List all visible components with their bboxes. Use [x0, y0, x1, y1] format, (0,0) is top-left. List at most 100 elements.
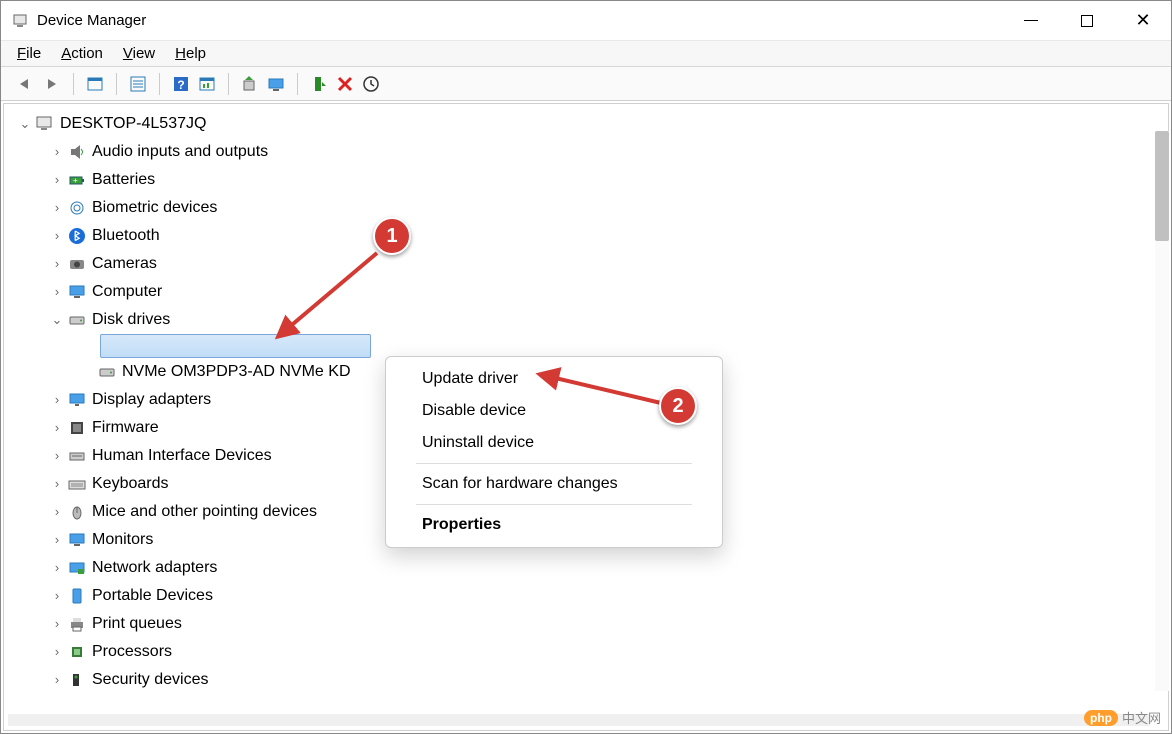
- arrow-1: [277, 249, 397, 339]
- chevron-icon[interactable]: ›: [48, 169, 66, 192]
- tree-item[interactable]: › + Batteries: [4, 166, 1168, 194]
- hid-icon: [66, 446, 88, 466]
- chevron-icon[interactable]: ›: [48, 529, 66, 552]
- chevron-icon[interactable]: ›: [48, 417, 66, 440]
- svg-text:+: +: [73, 176, 78, 185]
- update-monitor-button[interactable]: [263, 71, 289, 97]
- horizontal-scrollbar[interactable]: [8, 714, 1150, 726]
- chevron-down-icon[interactable]: ⌄: [16, 113, 34, 136]
- biometric-icon: [66, 198, 88, 218]
- chevron-icon[interactable]: ⌄: [48, 309, 66, 332]
- scroll-thumb[interactable]: [1155, 131, 1169, 241]
- tree-item-label: Cameras: [92, 250, 157, 278]
- chevron-icon[interactable]: ›: [48, 613, 66, 636]
- menu-file[interactable]: File: [17, 45, 41, 62]
- chevron-icon[interactable]: ›: [48, 641, 66, 664]
- chevron-icon[interactable]: ›: [48, 473, 66, 496]
- context-scan-hardware[interactable]: Scan for hardware changes: [386, 468, 722, 500]
- chevron-icon[interactable]: ›: [48, 557, 66, 580]
- nav-forward-button[interactable]: [39, 71, 65, 97]
- tree-item[interactable]: › Security devices: [4, 666, 1168, 694]
- details-button[interactable]: [125, 71, 151, 97]
- chevron-icon[interactable]: ›: [48, 197, 66, 220]
- printer-icon: [66, 614, 88, 634]
- mouse-icon: [66, 502, 88, 522]
- firmware-icon: [66, 418, 88, 438]
- tree-item-label: Batteries: [92, 166, 155, 194]
- keyboard-icon: [66, 474, 88, 494]
- chevron-icon[interactable]: ›: [48, 389, 66, 412]
- tree-item-label: Mice and other pointing devices: [92, 498, 317, 526]
- tree-item[interactable]: ⌄ Disk drives: [4, 306, 1168, 334]
- toolbar: ?: [1, 67, 1171, 101]
- tree-item-label: Security devices: [92, 666, 209, 694]
- show-hidden-button[interactable]: [82, 71, 108, 97]
- arrow-2: [541, 369, 671, 413]
- tree-item-label: Biometric devices: [92, 194, 217, 222]
- app-icon: [11, 12, 29, 30]
- window-title: Device Manager: [37, 12, 146, 29]
- uninstall-device-button[interactable]: [332, 71, 358, 97]
- properties-button[interactable]: [194, 71, 220, 97]
- tree-item-label: Firmware: [92, 414, 159, 442]
- tree-item-label: Print queues: [92, 610, 182, 638]
- svg-text:?: ?: [177, 78, 184, 92]
- tree-item-label: Processors: [92, 638, 172, 666]
- tree-item[interactable]: › Processors: [4, 638, 1168, 666]
- update-driver-button[interactable]: [237, 71, 263, 97]
- window-controls: ✕: [1003, 2, 1171, 40]
- device-manager-window: Device Manager ✕ File Action View Help ?: [0, 0, 1172, 734]
- tree-item[interactable]: › Network adapters: [4, 554, 1168, 582]
- tree-root[interactable]: ⌄ DESKTOP-4L537JQ: [4, 110, 1168, 138]
- minimize-button[interactable]: [1003, 2, 1059, 40]
- tree-item[interactable]: › Portable Devices: [4, 582, 1168, 610]
- security-icon: [66, 670, 88, 690]
- titlebar[interactable]: Device Manager ✕: [1, 1, 1171, 41]
- tree-item-label: Display adapters: [92, 386, 211, 414]
- tree-item-label: Human Interface Devices: [92, 442, 272, 470]
- monitor-icon: [66, 530, 88, 550]
- close-button[interactable]: ✕: [1115, 2, 1171, 40]
- chevron-icon[interactable]: ›: [48, 501, 66, 524]
- tree-item[interactable]: › Audio inputs and outputs: [4, 138, 1168, 166]
- menubar: File Action View Help: [1, 41, 1171, 67]
- chevron-icon[interactable]: ›: [48, 585, 66, 608]
- audio-icon: [66, 142, 88, 162]
- tree-item-label: NVMe OM3PDP3-AD NVMe KD: [122, 358, 351, 386]
- tree-item[interactable]: › Biometric devices: [4, 194, 1168, 222]
- tree-item-label: Computer: [92, 278, 162, 306]
- bluetooth-icon: [66, 226, 88, 246]
- computer-icon: [34, 114, 56, 134]
- menu-action[interactable]: Action: [61, 45, 103, 62]
- help-button[interactable]: ?: [168, 71, 194, 97]
- tree-item-label: Network adapters: [92, 554, 217, 582]
- menu-separator: [416, 463, 692, 464]
- chevron-icon[interactable]: ›: [48, 669, 66, 692]
- callout-2: 2: [659, 387, 697, 425]
- chevron-icon[interactable]: ›: [48, 253, 66, 276]
- enable-device-button[interactable]: [306, 71, 332, 97]
- tree-item[interactable]: › Bluetooth: [4, 222, 1168, 250]
- context-properties[interactable]: Properties: [386, 509, 722, 541]
- tree-item-label: Portable Devices: [92, 582, 213, 610]
- maximize-button[interactable]: [1059, 2, 1115, 40]
- menu-view[interactable]: View: [123, 45, 155, 62]
- chevron-icon[interactable]: ›: [48, 281, 66, 304]
- watermark-text: 中文网: [1122, 708, 1161, 727]
- chevron-icon[interactable]: ›: [48, 141, 66, 164]
- chevron-icon[interactable]: ›: [48, 225, 66, 248]
- vertical-scrollbar[interactable]: [1155, 131, 1169, 691]
- chevron-icon[interactable]: ›: [48, 445, 66, 468]
- watermark-badge: php: [1084, 710, 1118, 726]
- scan-hardware-button[interactable]: [358, 71, 384, 97]
- context-uninstall-device[interactable]: Uninstall device: [386, 427, 722, 459]
- menu-help[interactable]: Help: [175, 45, 206, 62]
- tree-item-label: Bluetooth: [92, 222, 160, 250]
- tree-item-label: Disk drives: [92, 306, 170, 334]
- tree-item[interactable]: › Print queues: [4, 610, 1168, 638]
- nav-back-button[interactable]: [13, 71, 39, 97]
- tree-item-label: Audio inputs and outputs: [92, 138, 268, 166]
- cpu-icon: [66, 642, 88, 662]
- tree-item[interactable]: › Computer: [4, 278, 1168, 306]
- tree-item[interactable]: › Cameras: [4, 250, 1168, 278]
